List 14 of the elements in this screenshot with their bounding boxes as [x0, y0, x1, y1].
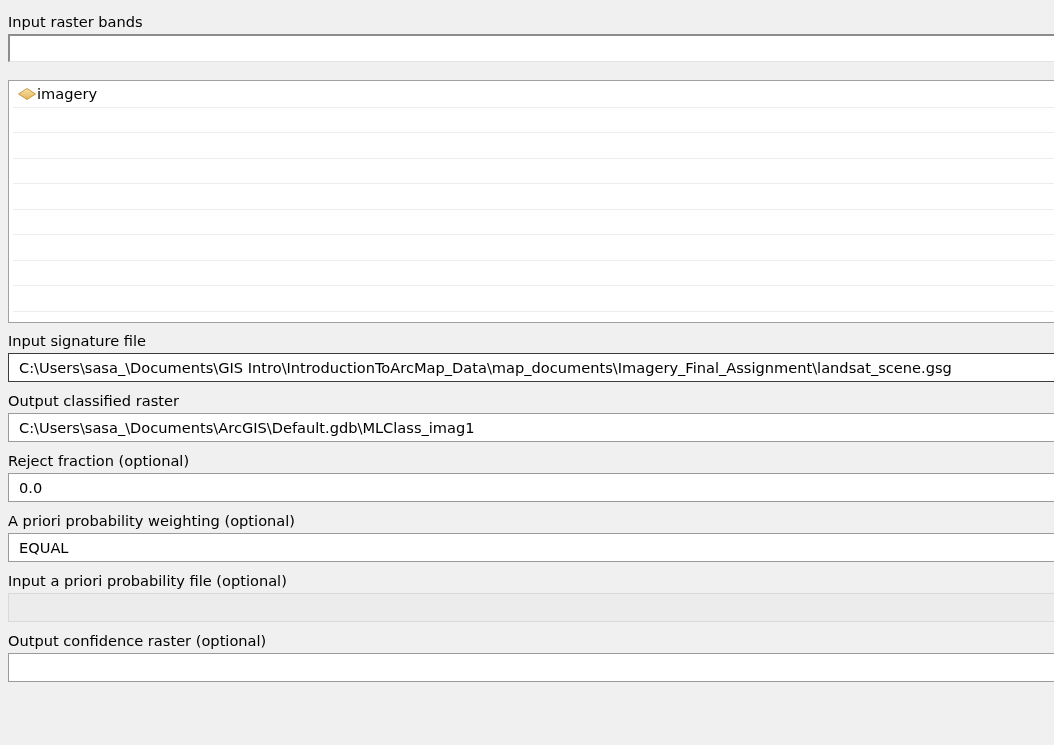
- field-label: Input raster bands: [8, 14, 143, 30]
- input-field[interactable]: [8, 653, 1054, 682]
- field-label: Output classified raster: [8, 393, 179, 409]
- input-field[interactable]: 0.0: [8, 473, 1054, 502]
- input-field[interactable]: [8, 34, 1054, 62]
- input-field[interactable]: EQUAL: [8, 533, 1054, 562]
- input-field[interactable]: C:\Users\sasa_\Documents\GIS Intro\IntroductionToArcMap_Data\map_documents\Imagery_Final_Assignment\landsat_scene.gsg: [8, 353, 1054, 382]
- field-label: Reject fraction (optional): [8, 453, 190, 469]
- input-field[interactable]: C:\Users\sasa_\Documents\ArcGIS\Default.gdb\MLClass_imag1: [8, 413, 1054, 442]
- diamond-icon: [18, 88, 36, 101]
- field-label: Output confidence raster (optional): [8, 633, 267, 649]
- field-label: Input a priori probability file (optional): [8, 573, 287, 589]
- field-label: A priori probability weighting (optional): [8, 513, 295, 529]
- field-label: Input signature file: [8, 333, 147, 349]
